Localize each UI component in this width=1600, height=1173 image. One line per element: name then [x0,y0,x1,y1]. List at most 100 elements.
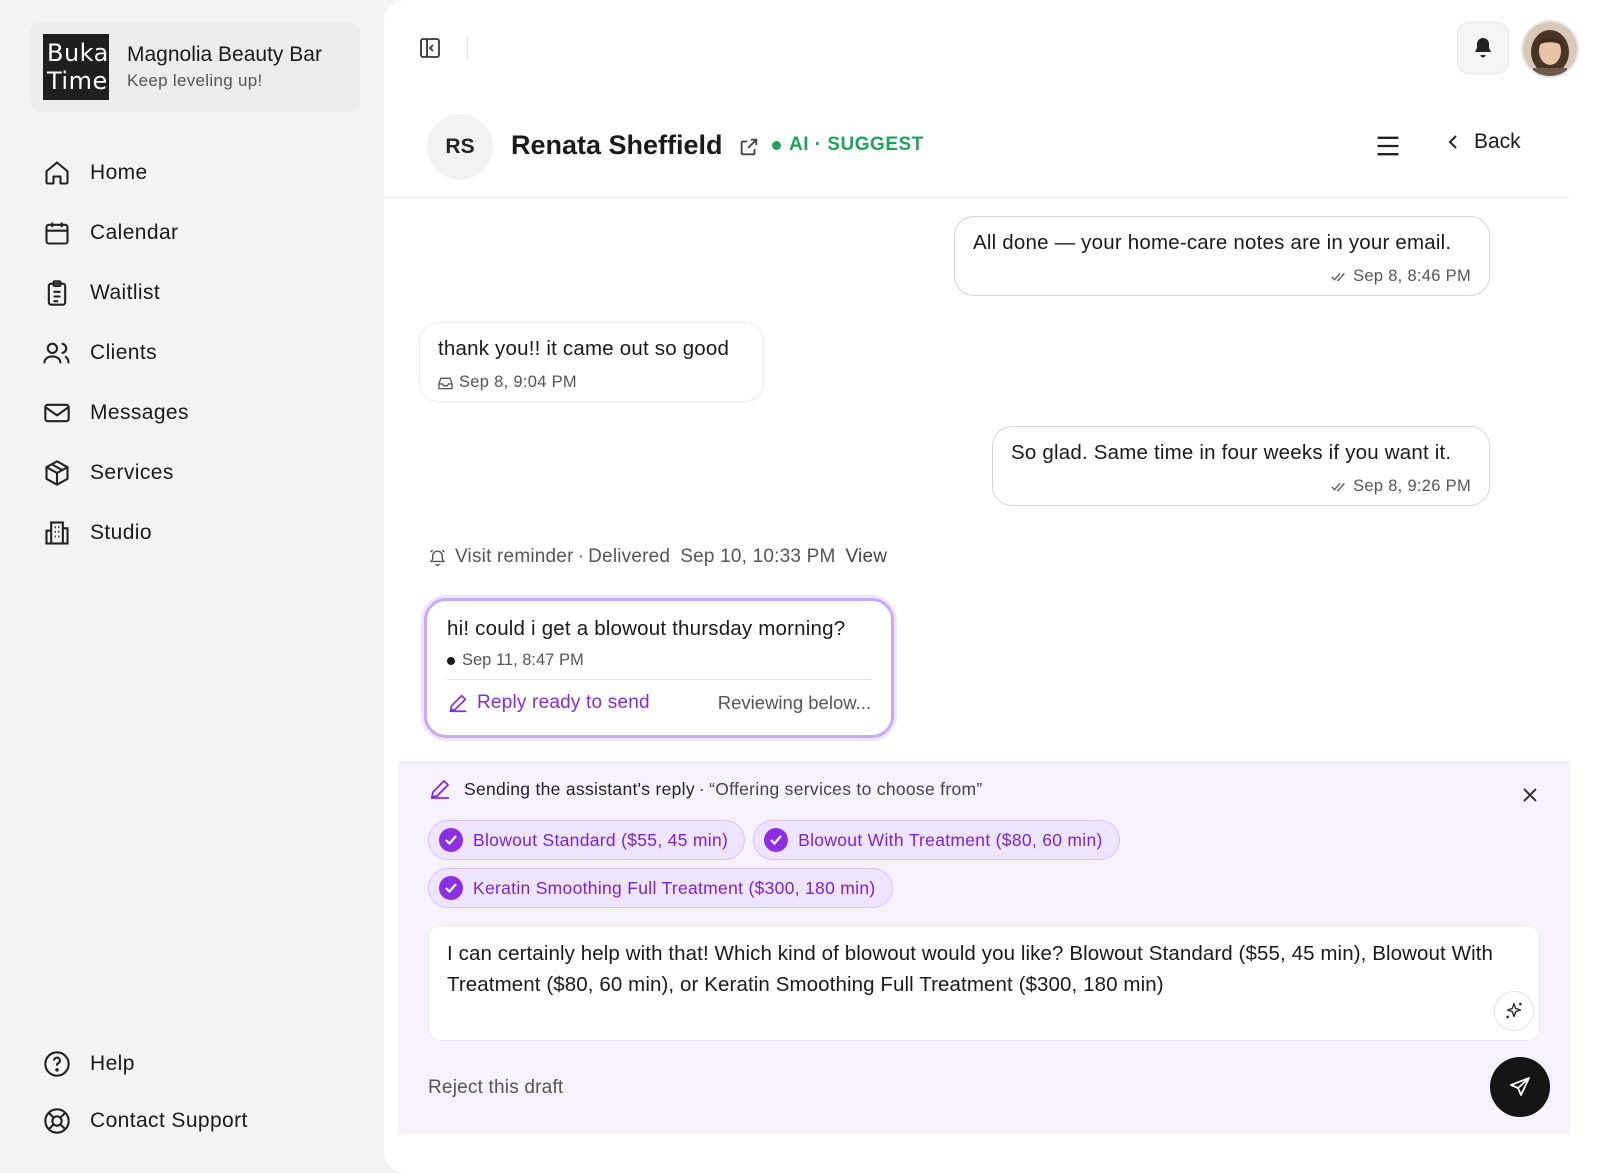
sidebar-item-label: Studio [90,521,152,544]
sidebar-item-messages[interactable]: Messages [42,383,189,443]
check-circle-icon [439,828,463,852]
main-nav: Home Calendar Waitlist Clients Messages [42,143,189,563]
double-check-icon [1331,272,1345,282]
message-meta: Sep 8, 8:46 PM [973,267,1471,286]
draft-reply-textarea[interactable]: I can certainly help with that! Which ki… [428,925,1540,1041]
brand-card[interactable]: Buka Time Magnolia Beauty Bar Keep level… [30,22,360,112]
close-icon[interactable] [1520,785,1540,805]
service-chip[interactable]: Blowout With Treatment ($80, 60 min) [753,820,1120,860]
message-bubble-incoming: thank you!! it came out so good Sep 8, 9… [419,322,764,402]
users-icon [42,338,72,368]
sidebar-item-waitlist[interactable]: Waitlist [42,263,189,323]
user-avatar[interactable] [1521,20,1579,78]
sidebar-item-calendar[interactable]: Calendar [42,203,189,263]
reply-ready-status[interactable]: Reply ready to send [447,692,650,714]
back-label: Back [1474,130,1521,153]
box-icon [42,458,72,488]
sidebar-item-home[interactable]: Home [42,143,189,203]
sidebar-item-label: Messages [90,401,189,424]
notifications-button[interactable] [1457,22,1509,74]
latest-message-card[interactable]: hi! could i get a blowout thursday morni… [424,598,894,738]
message-text: All done — your home-care notes are in y… [973,231,1452,254]
logo-line-2: Time [47,67,108,95]
menu-icon[interactable] [1374,132,1404,162]
reply-ready-label: Reply ready to send [477,692,650,713]
service-chip-label: Blowout With Treatment ($80, 60 min) [798,829,1103,850]
message-time: Sep 8, 9:04 PM [459,373,577,391]
sidebar-item-label: Services [90,461,174,484]
service-chip-label: Keratin Smoothing Full Treatment ($300, … [473,877,876,898]
logo-line-1: Buka [47,39,109,67]
home-icon [42,158,72,188]
draft-title: Sending the assistant's reply [464,778,695,799]
help-circle-icon [42,1049,72,1079]
service-chips: Blowout Standard ($55, 45 min) Blowout W… [428,820,1168,916]
sidebar-item-services[interactable]: Services [42,443,189,503]
mail-icon [42,398,72,428]
message-meta: Sep 11, 8:47 PM [447,651,871,680]
message-text: So glad. Same time in four weeks if you … [1011,441,1452,464]
sidebar-item-label: Clients [90,341,157,364]
message-meta: Sep 8, 9:04 PM [438,373,745,392]
ai-mode-label: AI · SUGGEST [789,134,924,155]
conversation-panel: RS Renata Sheffield AI · SUGGEST Back Al… [384,0,1600,1173]
sidebar-item-label: Help [90,1051,135,1075]
check-circle-icon [764,828,789,852]
lifebuoy-icon [42,1106,72,1136]
message-time: Sep 8, 8:46 PM [1353,267,1471,285]
ai-mode-badge[interactable]: AI · SUGGEST [772,134,924,156]
reminder-time: Sep 10, 10:33 PM [680,546,836,567]
sidebar-item-studio[interactable]: Studio [42,503,189,563]
calendar-icon [42,218,72,248]
business-name: Magnolia Beauty Bar [127,43,322,66]
message-bubble-outgoing: So glad. Same time in four weeks if you … [992,426,1490,506]
chevron-left-icon [1448,135,1457,149]
contact-initials-avatar: RS [427,114,493,180]
sidebar-item-contact-support[interactable]: Contact Support [42,1092,248,1149]
sidebar-item-label: Contact Support [90,1108,248,1132]
send-icon [1510,1077,1530,1096]
assistant-draft-panel: Sending the assistant's reply · “Offerin… [398,762,1570,1134]
business-tagline: Keep leveling up! [127,71,263,90]
message-time: Sep 11, 8:47 PM [462,651,584,669]
pencil-icon [449,694,467,713]
sidebar-toggle-icon[interactable] [418,36,442,60]
message-text: hi! could i get a blowout thursday morni… [447,617,846,640]
reject-draft-link[interactable]: Reject this draft [428,1077,563,1099]
sidebar-item-label: Waitlist [90,281,161,304]
message-text: thank you!! it came out so good [438,337,730,360]
building-icon [42,518,72,548]
status-dot [772,140,781,150]
sidebar-item-clients[interactable]: Clients [42,323,189,383]
unread-dot [447,656,455,665]
reminder-view-link[interactable]: View [846,546,888,568]
external-link-icon[interactable] [738,136,760,163]
contact-name[interactable]: Renata Sheffield [511,130,723,161]
service-chip-label: Blowout Standard ($55, 45 min) [473,829,729,850]
reviewing-status: Reviewing below... [717,692,871,713]
service-chip[interactable]: Blowout Standard ($55, 45 min) [428,820,746,860]
pencil-icon [430,779,450,799]
topbar-divider [467,34,468,62]
draft-heading: Sending the assistant's reply · “Offerin… [428,777,983,801]
check-circle-icon [439,876,463,900]
sidebar: Buka Time Magnolia Beauty Bar Keep level… [0,0,382,1173]
send-button[interactable] [1490,1057,1550,1117]
service-chip[interactable]: Keratin Smoothing Full Treatment ($300, … [428,868,893,908]
sparkle-icon[interactable] [1494,991,1534,1031]
secondary-nav: Help Contact Support [42,1035,248,1149]
topbar [384,0,1600,96]
message-bubble-outgoing: All done — your home-care notes are in y… [954,216,1490,296]
reminder-label: Visit reminder [455,546,574,567]
bell-icon [1475,38,1491,58]
draft-subtitle: “Offering services to choose from” [709,778,983,799]
conversation-header: RS Renata Sheffield AI · SUGGEST Back [384,110,1570,198]
double-check-icon [1331,482,1345,492]
back-button[interactable]: Back [1446,130,1521,154]
message-time: Sep 8, 9:26 PM [1353,477,1471,495]
sidebar-item-help[interactable]: Help [42,1035,248,1092]
brand-logo: Buka Time [43,34,109,100]
alarm-bell-icon [429,549,446,566]
reminder-status: Delivered [588,546,671,567]
clipboard-icon [42,278,72,308]
